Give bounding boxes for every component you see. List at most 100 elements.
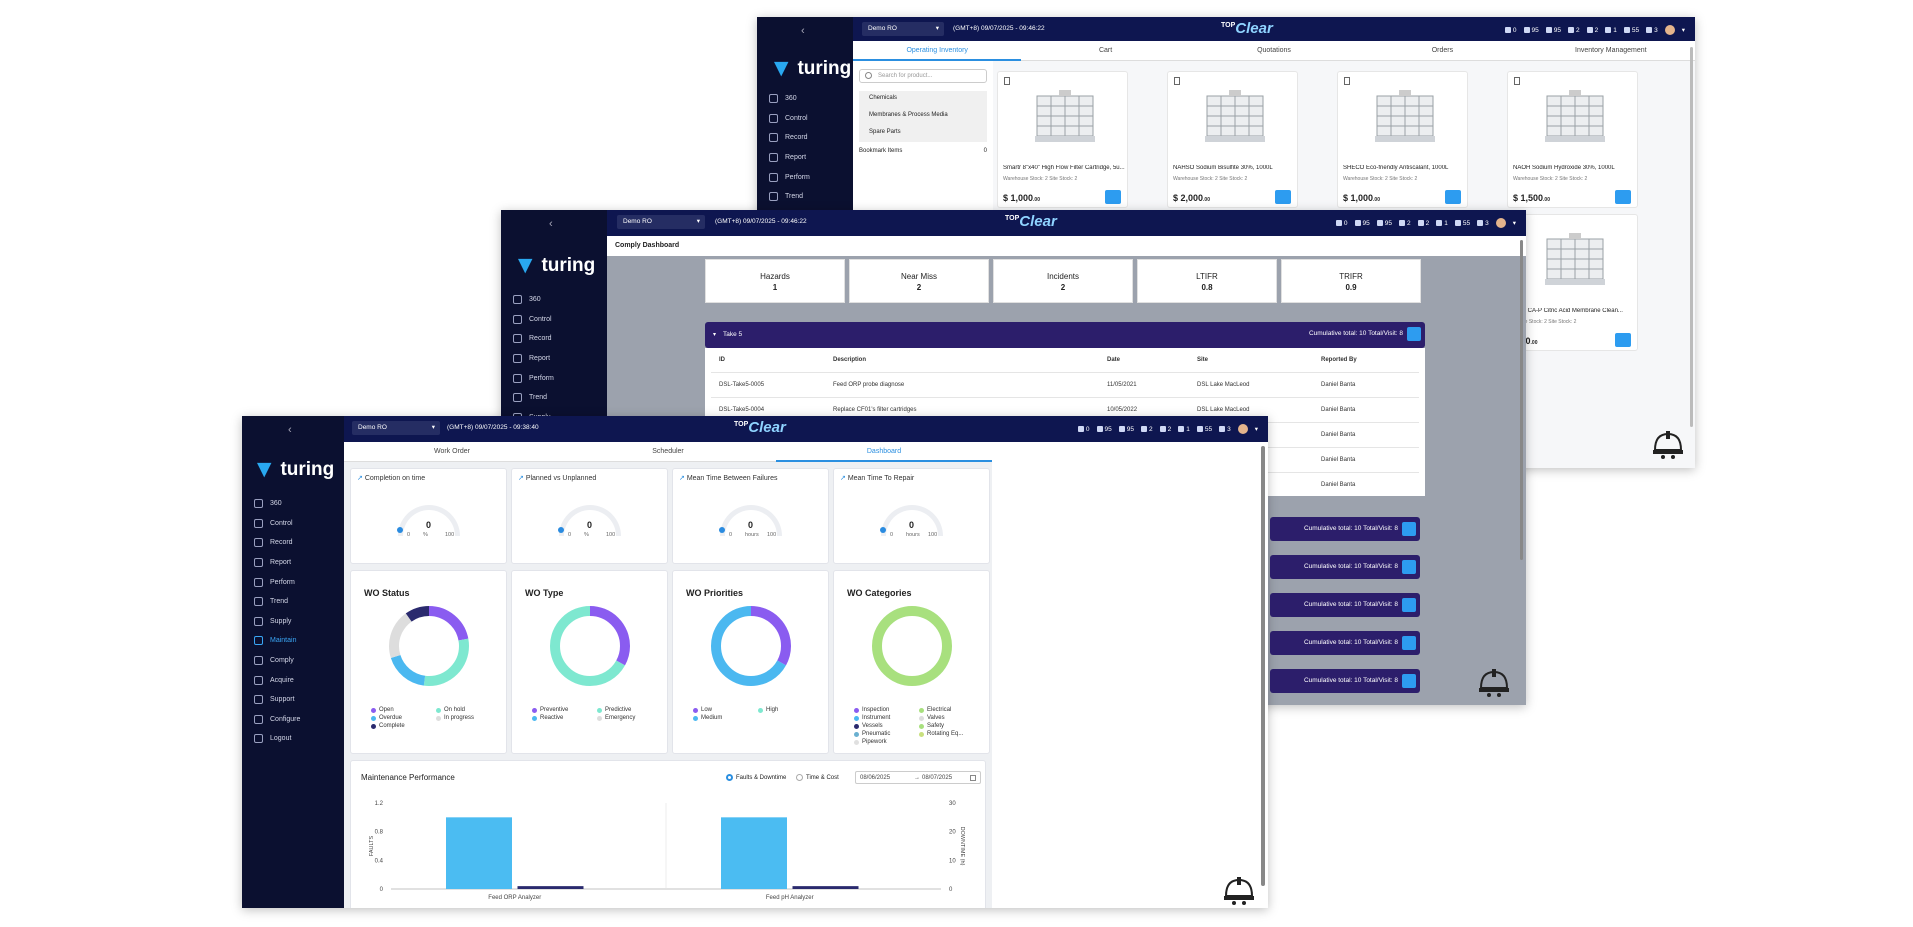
bar-faults[interactable] [721,817,787,889]
legend-item[interactable]: Open [371,707,432,713]
sidebar-item-comply[interactable]: Comply [242,651,344,671]
add-to-cart-button[interactable] [1615,190,1631,204]
product-card[interactable]: Smartr 8"x40" High Flow Filter Cartridge… [997,71,1128,208]
refresh-button[interactable] [1402,598,1416,612]
legend-item[interactable]: Vessels [854,723,915,729]
scrollbar[interactable] [1690,47,1693,427]
notification-badge[interactable]: 1 [1605,27,1617,34]
add-to-cart-button[interactable] [1615,333,1631,347]
sidebar-item-configure[interactable]: Configure [242,710,344,730]
notification-badge[interactable]: 55 [1196,426,1212,433]
legend-item[interactable]: Emergency [597,715,658,721]
bar-faults[interactable] [446,817,512,889]
legend-item[interactable]: Complete [371,723,432,729]
notification-badge[interactable]: 0 [1504,27,1517,34]
collapse-chevron-icon[interactable]: ‹ [801,25,805,37]
legend-item[interactable]: Inspection [854,707,915,713]
product-card[interactable]: SHECO Eco-friendly Antiscalant, 1000L War… [1337,71,1468,208]
legend-item[interactable]: Predictive [597,707,658,713]
site-select[interactable]: Demo RO [617,215,705,229]
sidebar-item-perform[interactable]: Perform [757,167,853,187]
sidebar-item-report[interactable]: Report [501,349,607,369]
product-card[interactable]: NAOH Sodium Hydroxide 30%, 1000L Warehous… [1507,71,1638,208]
time-cost-radio[interactable]: Time & Cost [796,774,839,781]
column-header[interactable]: Site [1197,357,1208,363]
sidebar-item-perform[interactable]: Perform [501,368,607,388]
avatar[interactable] [1664,25,1675,35]
safety-helmet-icon[interactable] [1222,874,1256,908]
scrollbar[interactable] [1520,240,1523,560]
safety-helmet-icon[interactable] [1477,666,1511,700]
sidebar-item-maintain[interactable]: Maintain [242,631,344,651]
legend-item[interactable]: Rotating Eq... [919,731,980,737]
sidebar-item-control[interactable]: Control [757,109,853,129]
notification-badge[interactable]: 2 [1159,426,1171,433]
sidebar-item-record[interactable]: Record [501,329,607,349]
legend-item[interactable]: Preventive [532,707,593,713]
sidebar-item-control[interactable]: Control [242,514,344,534]
legend-item[interactable]: Pipework [854,739,915,745]
notification-badge[interactable]: 1 [1178,426,1190,433]
notification-badge[interactable]: 1 [1436,220,1448,227]
notification-badge[interactable]: 95 [1376,220,1392,227]
donut-segment[interactable] [872,606,952,686]
notification-badge[interactable]: 0 [1077,426,1090,433]
sidebar-item-acquire[interactable]: Acquire [242,670,344,690]
cumulative-bar[interactable]: Cumulative total: 10 Total/Visit: 8 [1270,555,1420,579]
notification-badge[interactable]: 2 [1586,27,1598,34]
site-select[interactable]: Demo RO [352,421,440,435]
add-to-cart-button[interactable] [1445,190,1461,204]
legend-item[interactable]: Valves [919,715,980,721]
sidebar-item-record[interactable]: Record [757,128,853,148]
avatar[interactable] [1237,424,1248,434]
notification-badge[interactable]: 95 [1545,27,1561,34]
chevron-down-icon[interactable]: ▾ [1682,26,1685,34]
sidebar-item-360[interactable]: 360 [501,290,607,310]
sidebar-item-logout[interactable]: Logout [242,729,344,749]
chevron-down-icon[interactable]: ▾ [1513,219,1516,227]
tab-work-order[interactable]: Work Order [344,442,560,462]
legend-item[interactable]: Low [693,707,754,713]
tab-quotations[interactable]: Quotations [1189,41,1359,61]
bar-downtime[interactable] [517,886,584,889]
sidebar-item-supply[interactable]: Supply [242,612,344,632]
legend-item[interactable]: Safety [919,723,980,729]
legend-item[interactable]: Pneumatic [854,731,915,737]
refresh-button[interactable] [1402,636,1416,650]
legend-item[interactable]: Instrument [854,715,915,721]
bookmark-icon[interactable] [1514,77,1520,85]
tab-orders[interactable]: Orders [1358,41,1527,61]
legend-item[interactable]: Electrical [919,707,980,713]
cumulative-bar[interactable]: Cumulative total: 10 Total/Visit: 8 [1270,593,1420,617]
sidebar-item-trend[interactable]: Trend [242,592,344,612]
cumulative-bar[interactable]: Cumulative total: 10 Total/Visit: 8 [1270,669,1420,693]
notification-badge[interactable]: 2 [1417,220,1429,227]
notification-badge[interactable]: 55 [1623,27,1639,34]
collapse-chevron-icon[interactable]: ‹ [288,424,292,436]
tab-cart[interactable]: Cart [1021,41,1190,61]
tab-operating-inventory[interactable]: Operating Inventory [853,41,1022,61]
bookmark-icon[interactable] [1004,77,1010,85]
notification-badge[interactable]: 55 [1454,220,1470,227]
notification-badge[interactable]: 95 [1523,27,1539,34]
faults-downtime-radio[interactable]: Faults & Downtime [726,774,786,781]
product-card[interactable]: NAHSO Sodium Bisulfite 30%, 1000L Warehou… [1167,71,1298,208]
legend-item[interactable]: Medium [693,715,754,721]
site-select[interactable]: Demo RO [862,22,944,36]
sidebar-item-perform[interactable]: Perform [242,572,344,592]
legend-item[interactable]: Reactive [532,715,593,721]
sidebar-item-report[interactable]: Report [757,148,853,168]
category-item[interactable]: Spare Parts [859,125,987,142]
sidebar-item-trend[interactable]: Trend [757,187,853,207]
tab-inventory-management[interactable]: Inventory Management [1526,41,1695,61]
collapse-chevron-icon[interactable]: ‹ [549,218,553,230]
notification-badge[interactable]: 0 [1335,220,1348,227]
sidebar-item-record[interactable]: Record [242,533,344,553]
sidebar-item-report[interactable]: Report [242,553,344,573]
scrollbar[interactable] [1261,446,1265,886]
notification-badge[interactable]: 95 [1096,426,1112,433]
tab-scheduler[interactable]: Scheduler [560,442,776,462]
legend-item[interactable]: On hold [436,707,497,713]
add-to-cart-button[interactable] [1105,190,1121,204]
date-range-picker[interactable]: 08/06/2025 → 08/07/2025 [855,771,981,784]
